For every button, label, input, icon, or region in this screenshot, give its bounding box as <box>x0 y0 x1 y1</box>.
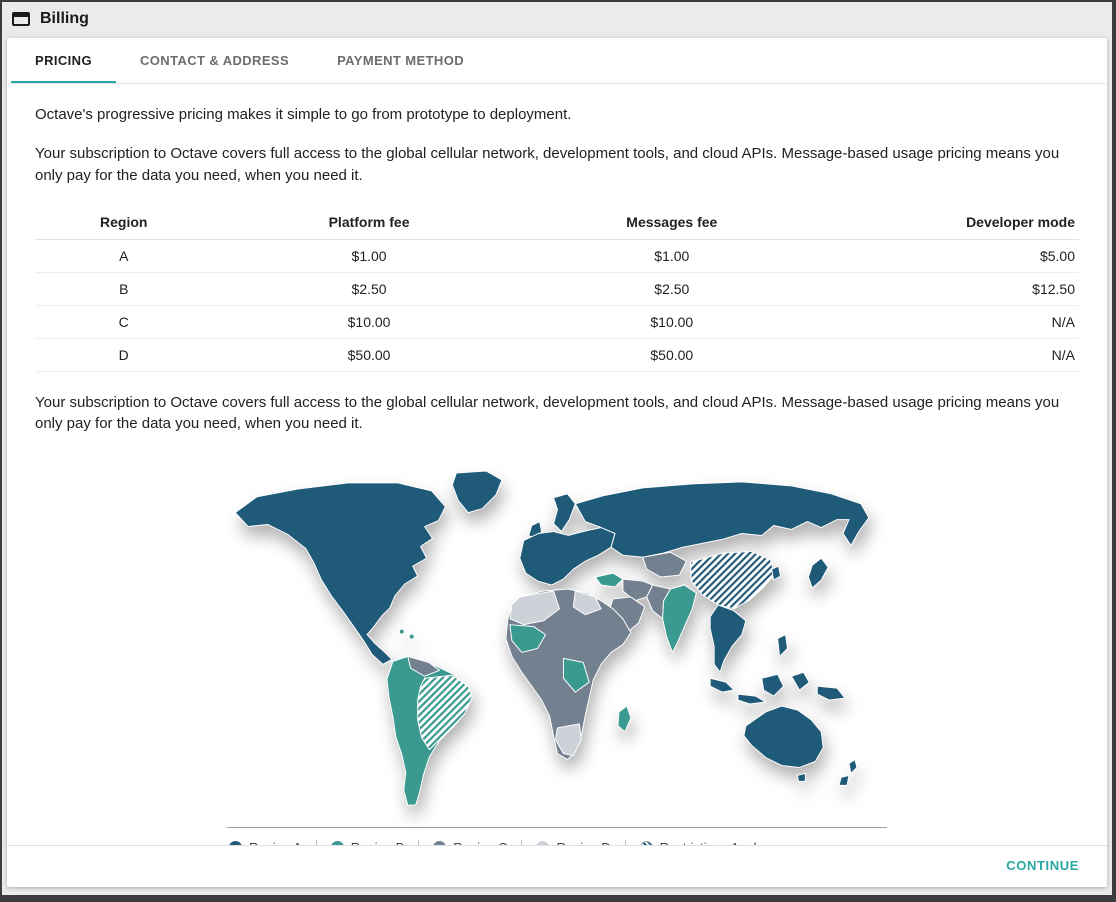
map-australia <box>743 705 824 768</box>
cell-messages-fee: $2.50 <box>525 272 818 306</box>
map-scandinavia <box>553 493 576 532</box>
tab-payment-method[interactable]: PAYMENT METHOD <box>313 38 488 83</box>
subscription-description-bottom: Your subscription to Octave covers full … <box>35 393 1060 433</box>
card-footer: CONTINUE <box>7 845 1107 887</box>
column-header-region: Region <box>35 204 213 240</box>
cell-developer-mode: $5.00 <box>817 239 1079 273</box>
map-legend: Region A Region B Region C <box>227 828 887 845</box>
map-new-zealand <box>838 774 850 786</box>
tab-contact-address[interactable]: CONTACT & ADDRESS <box>116 38 313 83</box>
map-greenland <box>451 471 503 514</box>
map-turkey <box>594 572 624 588</box>
map-caribbean <box>408 633 415 640</box>
page-header: Billing <box>2 2 1112 36</box>
cell-messages-fee: $1.00 <box>525 239 818 273</box>
continue-button[interactable]: CONTINUE <box>1006 858 1079 873</box>
column-header-developer-mode: Developer mode <box>817 204 1079 240</box>
map-china-restricted <box>689 550 776 610</box>
world-coverage-map <box>234 471 870 806</box>
pricing-table-header-row: Region Platform fee Messages fee Develop… <box>35 204 1079 240</box>
intro-text: Octave's progressive pricing makes it si… <box>35 106 572 123</box>
cell-messages-fee: $50.00 <box>525 338 818 372</box>
cell-developer-mode: N/A <box>817 338 1079 372</box>
cell-platform-fee: $50.00 <box>212 338 526 372</box>
map-sumatra <box>709 677 735 693</box>
cell-region: C <box>35 305 213 339</box>
cell-platform-fee: $2.50 <box>212 272 526 306</box>
tab-bar: PRICING CONTACT & ADDRESS PAYMENT METHOD <box>7 38 1107 84</box>
table-row-region-d: D $50.00 $50.00 N/A <box>35 338 1079 372</box>
map-southeast-asia <box>709 604 747 673</box>
map-new-zealand <box>848 759 858 774</box>
cell-region: B <box>35 272 213 306</box>
map-philippines <box>777 634 789 657</box>
map-brazil-restricted <box>417 674 473 751</box>
map-borneo <box>761 673 785 697</box>
cell-developer-mode: N/A <box>817 305 1079 339</box>
column-header-messages-fee: Messages fee <box>525 204 818 240</box>
map-new-guinea <box>816 685 846 701</box>
table-row-region-c: C $10.00 $10.00 N/A <box>35 305 1079 339</box>
table-row-region-a: A $1.00 $1.00 $5.00 <box>35 239 1079 273</box>
map-tasmania <box>796 772 806 782</box>
map-russia <box>574 481 870 558</box>
billing-icon <box>12 12 30 26</box>
cell-region: D <box>35 338 213 372</box>
map-caribbean <box>398 628 405 635</box>
map-central-asia <box>642 551 687 578</box>
pricing-tab-content: Octave's progressive pricing makes it si… <box>7 84 1107 845</box>
cell-platform-fee: $1.00 <box>212 239 526 273</box>
map-korea <box>771 565 782 581</box>
coverage-map-section: Region A Region B Region C <box>35 471 1079 845</box>
map-madagascar <box>617 705 632 733</box>
cell-messages-fee: $10.00 <box>525 305 818 339</box>
cell-region: A <box>35 239 213 273</box>
column-header-platform-fee: Platform fee <box>212 204 526 240</box>
tab-pricing[interactable]: PRICING <box>11 38 116 83</box>
pricing-table: Region Platform fee Messages fee Develop… <box>35 204 1079 372</box>
billing-window: Billing PRICING CONTACT & ADDRESS PAYMEN… <box>0 0 1116 902</box>
cell-developer-mode: $12.50 <box>817 272 1079 306</box>
table-row-region-b: B $2.50 $2.50 $12.50 <box>35 272 1079 306</box>
subscription-description-top: Your subscription to Octave covers full … <box>35 145 1060 184</box>
map-sulawesi <box>790 671 810 691</box>
page-title: Billing <box>40 10 89 27</box>
map-java <box>737 693 767 705</box>
billing-card: PRICING CONTACT & ADDRESS PAYMENT METHOD… <box>7 38 1107 887</box>
map-india <box>662 584 697 653</box>
cell-platform-fee: $10.00 <box>212 305 526 339</box>
map-japan <box>807 557 829 589</box>
